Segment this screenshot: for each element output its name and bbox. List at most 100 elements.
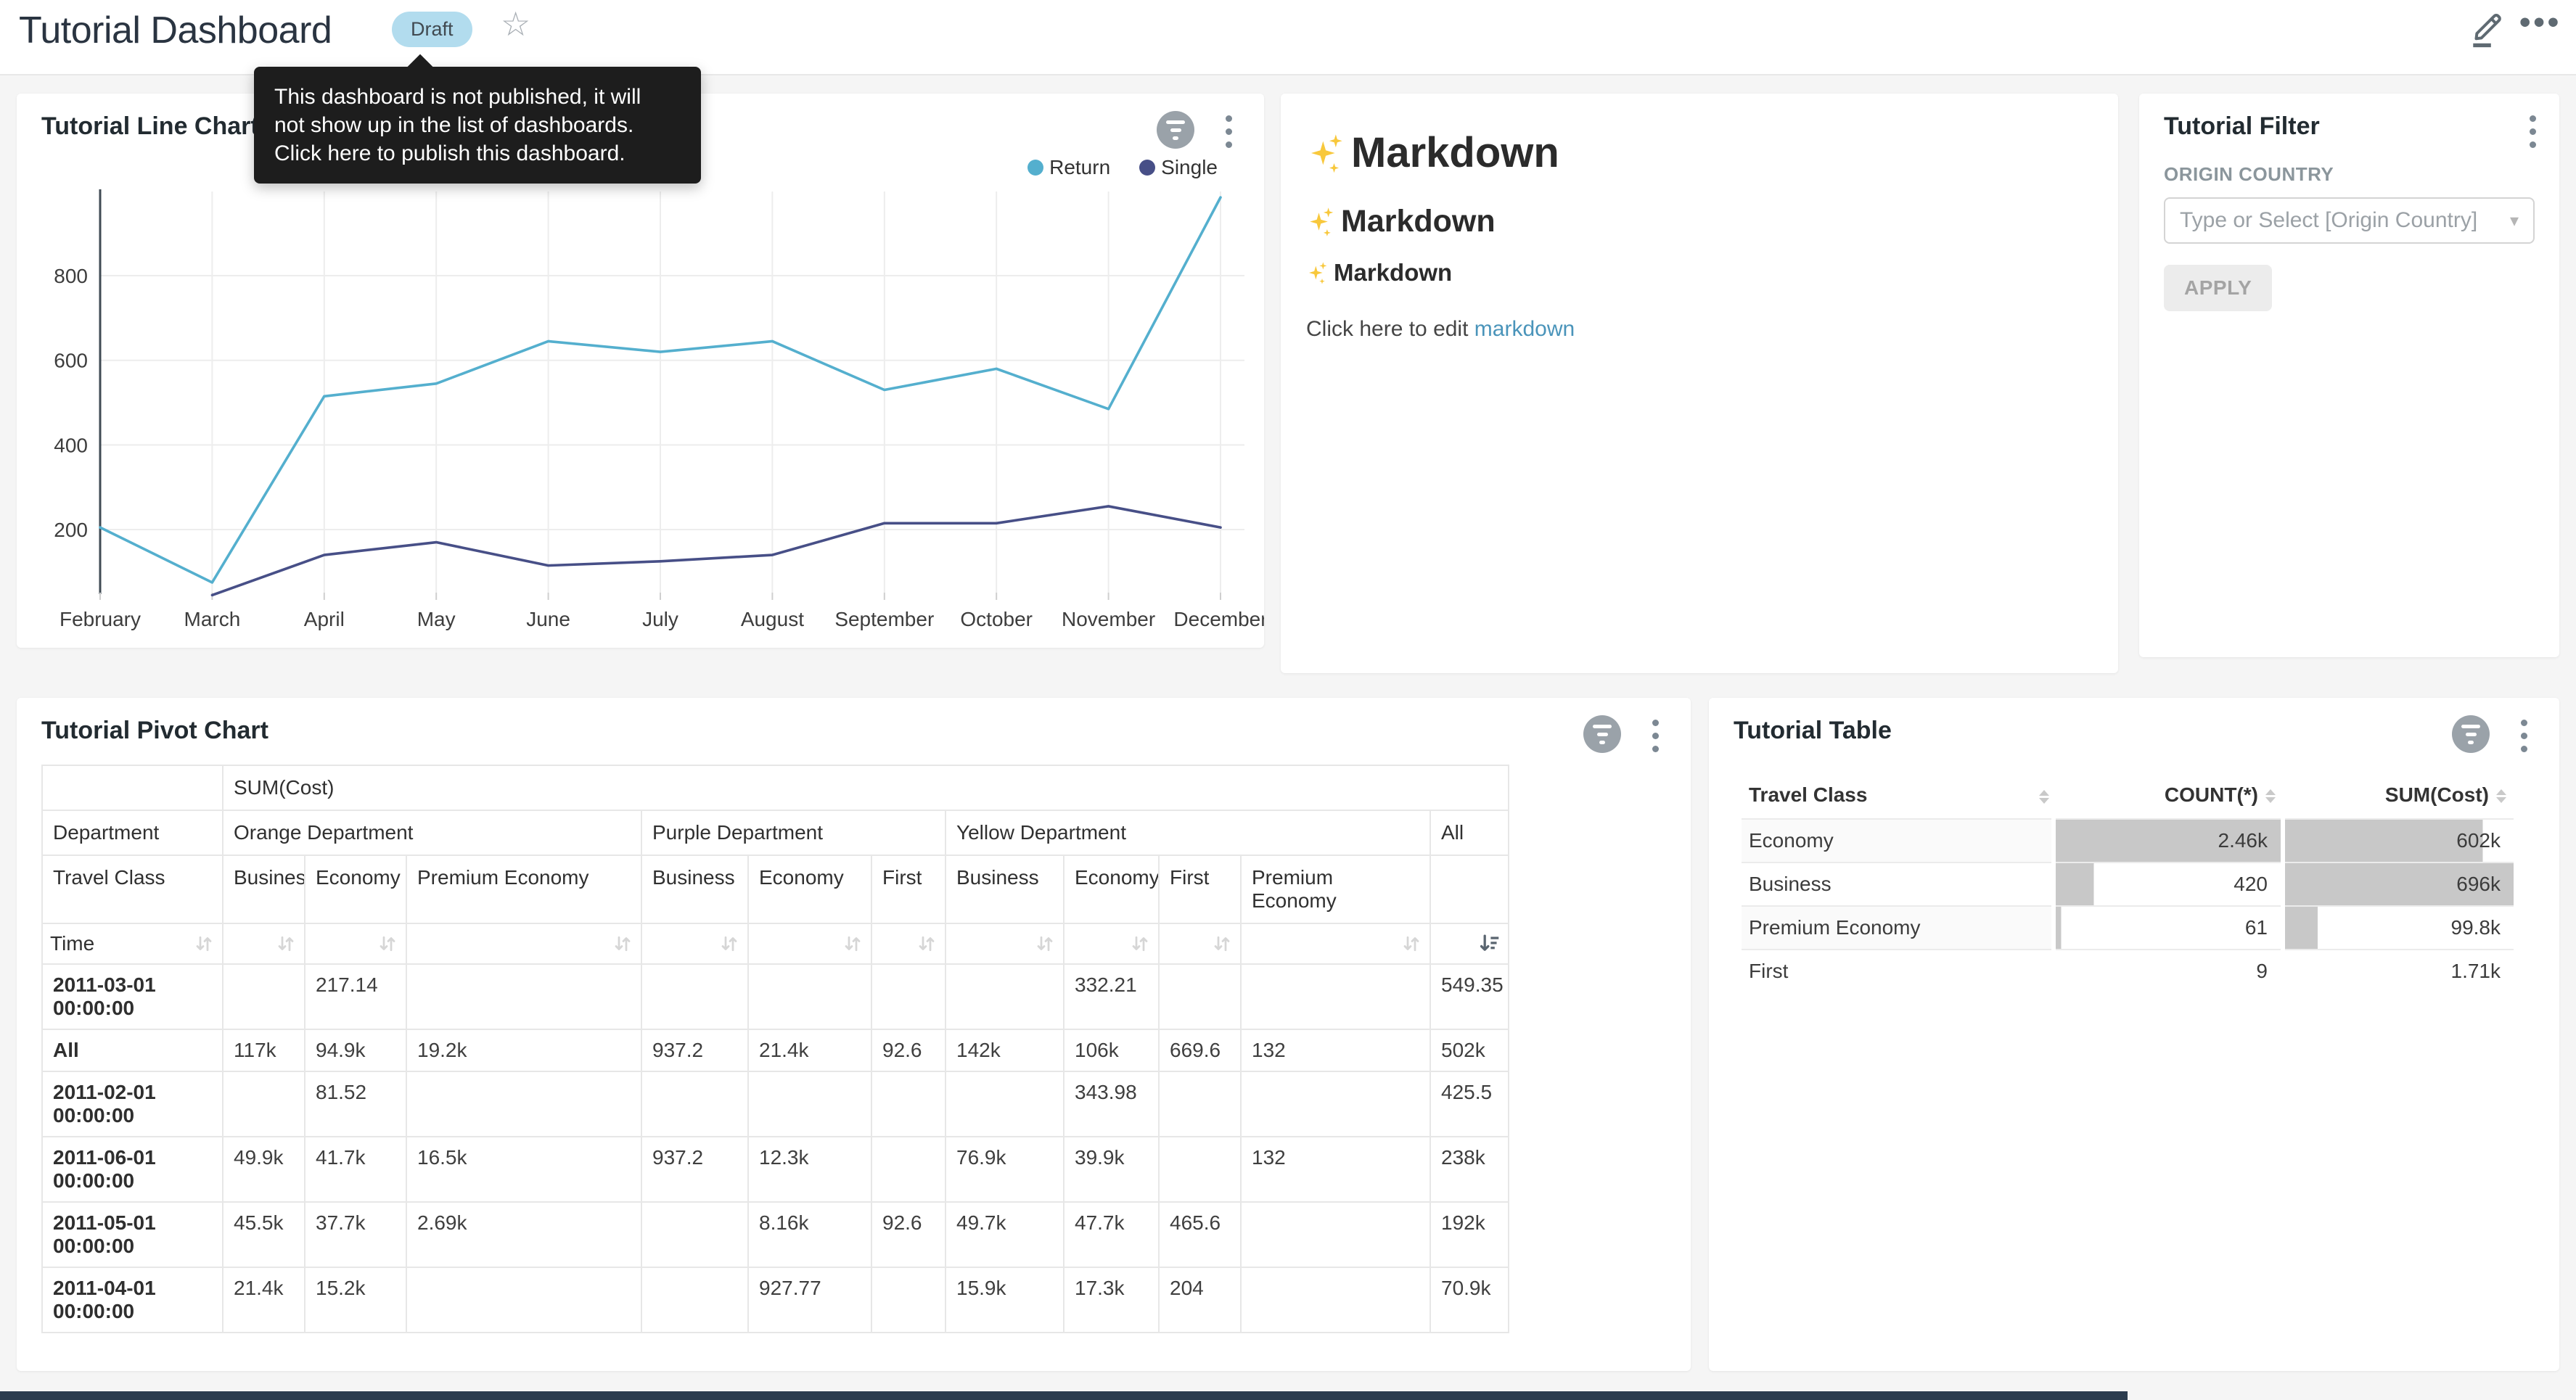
pivot-cell	[946, 1071, 1064, 1137]
legend-dot	[1027, 160, 1043, 176]
sort-icon[interactable]	[377, 933, 398, 955]
svg-text:200: 200	[54, 519, 88, 541]
sparkles-icon	[1306, 260, 1329, 286]
favorite-star-icon[interactable]: ☆	[501, 7, 530, 41]
pivot-cell: 192k	[1430, 1202, 1509, 1267]
pivot-cell	[748, 964, 871, 1029]
pivot-metric-header: SUM(Cost)	[223, 765, 1509, 810]
pivot-cell: 238k	[1430, 1137, 1509, 1202]
kebab-menu-icon[interactable]	[2527, 112, 2539, 151]
svg-text:April: April	[304, 608, 345, 630]
pivot-col-header: Business	[223, 855, 305, 923]
edit-pencil-icon[interactable]	[2466, 7, 2505, 49]
pivot-chart-card: Tutorial Pivot Chart SUM(Cost)Department…	[17, 698, 1691, 1371]
col-header-sum-cost[interactable]: SUM(Cost)	[2283, 773, 2514, 819]
pivot-cell: 12.3k	[748, 1137, 871, 1202]
legend-item[interactable]: Return	[1027, 156, 1110, 179]
pivot-cell: 76.9k	[946, 1137, 1064, 1202]
pivot-row: 2011-04-01 00:00:0021.4k15.2k927.7715.9k…	[42, 1267, 1509, 1333]
sort-icon[interactable]	[1129, 933, 1151, 955]
pivot-cell: 21.4k	[223, 1267, 305, 1333]
svg-text:400: 400	[54, 434, 88, 456]
filter-indicator-icon[interactable]	[2452, 715, 2490, 753]
chevron-down-icon: ▾	[2510, 210, 2519, 231]
svg-text:March: March	[184, 608, 241, 630]
sort-icon[interactable]	[718, 933, 740, 955]
pivot-cell: 937.2	[641, 1137, 748, 1202]
svg-text:600: 600	[54, 350, 88, 372]
sort-icon[interactable]	[1211, 933, 1233, 955]
pivot-cell: 16.5k	[406, 1137, 641, 1202]
pivot-cell: 21.4k	[748, 1029, 871, 1071]
table-row: Business 420 696k	[1742, 862, 2514, 906]
col-header-travel-class[interactable]: Travel Class	[1742, 773, 2054, 819]
unpublished-tooltip: This dashboard is not published, it will…	[254, 67, 701, 184]
sort-icon[interactable]	[193, 933, 215, 955]
pivot-corner	[42, 765, 223, 810]
travel-class-table: Travel Class COUNT(*) SUM(Cost) Economy …	[1742, 773, 2518, 992]
sort-icon[interactable]	[1034, 933, 1056, 955]
markdown-edit-link[interactable]: markdown	[1474, 317, 1575, 341]
pivot-cell: 117k	[223, 1029, 305, 1071]
count-cell: 9	[2054, 950, 2283, 992]
svg-text:May: May	[417, 608, 456, 630]
sort-icon[interactable]	[612, 933, 633, 955]
pivot-cell	[1159, 964, 1241, 1029]
pivot-col-header: Economy	[305, 855, 406, 923]
more-menu-ellipsis-icon[interactable]: •••	[2519, 4, 2561, 41]
sum-cell: 99.8k	[2283, 906, 2514, 950]
pivot-cell	[1159, 1071, 1241, 1137]
pivot-cell: 17.3k	[1064, 1267, 1159, 1333]
table-row: First 9 1.71k	[1742, 950, 2514, 992]
kebab-menu-icon[interactable]	[2518, 717, 2530, 755]
pivot-cell: 425.5	[1430, 1071, 1509, 1137]
kebab-menu-icon[interactable]	[1649, 717, 1662, 755]
pivot-cell	[641, 1267, 748, 1333]
sum-cell: 1.71k	[2283, 950, 2514, 992]
pivot-cell	[406, 964, 641, 1029]
pivot-cell: 937.2	[641, 1029, 748, 1071]
dashboard-page: { "header": { "title": "Tutorial Dashboa…	[0, 0, 2576, 1400]
pivot-cell: 49.9k	[223, 1137, 305, 1202]
markdown-heading-3: Markdown	[1306, 259, 1452, 287]
filter-indicator-icon[interactable]	[1583, 715, 1621, 753]
sort-desc-active-icon[interactable]	[1479, 933, 1501, 955]
pivot-group-header: Orange Department	[223, 810, 641, 855]
pivot-group-header: Yellow Department	[946, 810, 1430, 855]
table-header-row: Travel Class COUNT(*) SUM(Cost)	[1742, 773, 2514, 819]
pivot-all-header: All	[1430, 810, 1509, 855]
pivot-cell	[748, 1071, 871, 1137]
sort-icon[interactable]	[275, 933, 297, 955]
svg-text:August: August	[741, 608, 804, 630]
sort-icon[interactable]	[842, 933, 864, 955]
pivot-cell: 81.52	[305, 1071, 406, 1137]
apply-button[interactable]: APPLY	[2164, 265, 2272, 311]
pivot-cell	[1241, 964, 1430, 1029]
draft-status-badge[interactable]: Draft	[392, 12, 472, 47]
pivot-cell	[871, 1137, 946, 1202]
pivot-cell: 132	[1241, 1137, 1430, 1202]
sort-caret-icon[interactable]	[2265, 789, 2276, 803]
pivot-row: 2011-02-01 00:00:0081.52343.98425.5	[42, 1071, 1509, 1137]
svg-text:December: December	[1173, 608, 1264, 630]
pivot-row: All117k94.9k19.2k937.221.4k92.6142k106k6…	[42, 1029, 1509, 1071]
sort-icon[interactable]	[1400, 933, 1422, 955]
count-cell: 420	[2054, 862, 2283, 906]
legend-item[interactable]: Single	[1139, 156, 1218, 179]
pivot-cell	[641, 1202, 748, 1267]
pivot-cell	[223, 1071, 305, 1137]
filter-card: Tutorial Filter ORIGIN COUNTRY Type or S…	[2139, 94, 2559, 657]
filter-card-title: Tutorial Filter	[2164, 112, 2320, 141]
sort-caret-icon[interactable]	[2039, 790, 2049, 804]
col-header-count[interactable]: COUNT(*)	[2054, 773, 2283, 819]
origin-country-select[interactable]: Type or Select [Origin Country] ▾	[2164, 197, 2535, 244]
sort-icon[interactable]	[916, 933, 938, 955]
pivot-cell: 669.6	[1159, 1029, 1241, 1071]
pivot-table: SUM(Cost)DepartmentOrange DepartmentPurp…	[41, 765, 1522, 1333]
table-card-title: Tutorial Table	[1734, 717, 1892, 745]
select-placeholder: Type or Select [Origin Country]	[2180, 208, 2477, 233]
pivot-cell	[641, 1071, 748, 1137]
sort-caret-icon[interactable]	[2496, 789, 2506, 803]
pivot-cell: 39.9k	[1064, 1137, 1159, 1202]
table-card: Tutorial Table Travel Class COUNT(*) SUM…	[1709, 698, 2559, 1371]
